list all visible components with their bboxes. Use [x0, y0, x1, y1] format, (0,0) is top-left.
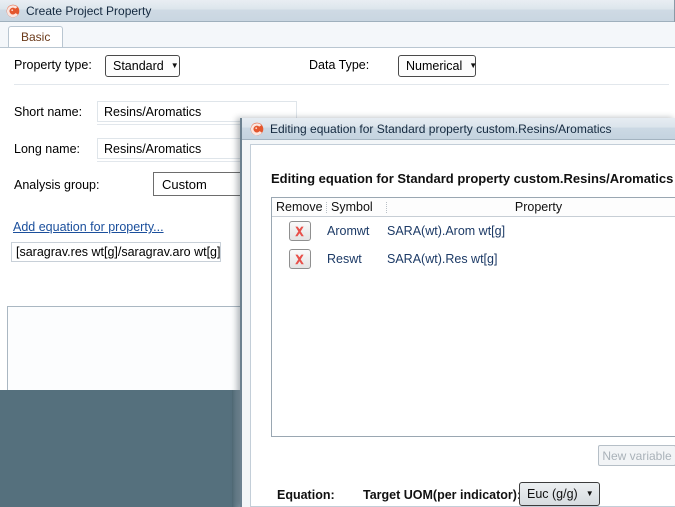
data-type-label: Data Type: — [309, 58, 370, 72]
property-type-label: Property type: — [14, 58, 92, 72]
analysis-group-label: Analysis group: — [14, 178, 100, 192]
column-header-property: Property — [387, 198, 675, 217]
table-cell-property: SARA(wt).Res wt[g] — [387, 252, 498, 266]
main-window-titlebar[interactable]: Create Project Property — [0, 0, 674, 22]
remove-row-button[interactable] — [288, 221, 311, 241]
app-swirl-icon — [250, 122, 264, 136]
equation-display-field[interactable]: [saragrav.res wt[g]/saragrav.aro wt[g]] — [11, 242, 221, 262]
target-uom-value: Euc (g/g) — [527, 487, 578, 501]
data-type-value: Numerical — [406, 59, 463, 73]
analysis-group-value: Custom — [162, 176, 207, 192]
long-name-value: Resins/Aromatics — [104, 141, 202, 156]
table-cell-property: SARA(wt).Arom wt[g] — [387, 224, 506, 238]
form-divider-1 — [14, 84, 669, 85]
red-x-delete-icon — [293, 225, 306, 238]
chevron-down-icon: ▼ — [585, 489, 594, 498]
data-type-row: Data Type: — [309, 58, 369, 72]
target-uom-dropdown[interactable]: Euc (g/g) ▼ — [519, 482, 600, 506]
table-cell-symbol: Reswt — [327, 252, 362, 266]
chevron-down-icon: ▼ — [170, 61, 179, 70]
column-header-remove-label: Remove — [276, 199, 323, 214]
short-name-value: Resins/Aromatics — [104, 104, 202, 119]
add-equation-link[interactable]: Add equation for property... — [13, 220, 164, 234]
long-name-row: Long name: — [14, 142, 80, 156]
analysis-group-row: Analysis group: — [14, 178, 99, 192]
property-type-value: Standard — [113, 59, 164, 73]
property-type-row: Property type: — [14, 58, 92, 72]
table-row[interactable]: Aromwt SARA(wt).Arom wt[g] — [272, 217, 675, 245]
tab-basic-label: Basic — [21, 30, 51, 44]
desktop-background-bottom — [0, 390, 240, 507]
chevron-down-icon: ▼ — [469, 61, 478, 70]
property-type-dropdown[interactable]: Standard ▼ — [105, 55, 180, 77]
column-header-symbol-label: Symbol — [331, 199, 373, 214]
tab-strip: Basic — [0, 22, 675, 48]
column-header-remove: Remove — [272, 198, 327, 217]
data-type-dropdown[interactable]: Numerical ▼ — [398, 55, 478, 77]
screen-root: Create Project Property Basic Property t… — [0, 0, 675, 507]
table-cell-symbol: Aromwt — [327, 224, 370, 238]
editing-equation-dialog: Editing equation for Standard property c… — [240, 118, 675, 507]
column-header-property-label: Property — [514, 199, 563, 214]
table-row[interactable]: Reswt SARA(wt).Res wt[g] — [272, 245, 675, 273]
app-swirl-icon — [6, 4, 20, 18]
window-shadow-edge — [232, 390, 240, 507]
target-uom-label: Target UOM(per indicator): — [363, 488, 522, 502]
remove-row-button[interactable] — [288, 249, 311, 269]
dialog-title: Editing equation for Standard property c… — [270, 121, 612, 136]
dialog-heading: Editing equation for Standard property c… — [271, 171, 674, 186]
short-name-label: Short name: — [14, 105, 83, 119]
tab-basic[interactable]: Basic — [8, 26, 64, 48]
main-window-title: Create Project Property — [26, 3, 152, 18]
new-variable-button[interactable]: New variable — [598, 445, 675, 466]
new-variable-button-label: New variable — [602, 448, 672, 463]
red-x-delete-icon — [293, 253, 306, 266]
dialog-titlebar[interactable]: Editing equation for Standard property c… — [242, 118, 675, 140]
table-cell-remove — [272, 221, 327, 241]
variables-table: Remove Symbol Property Aromwt SARA(wt).A… — [271, 197, 675, 437]
long-name-label: Long name: — [14, 142, 81, 156]
dialog-body: Editing equation for Standard property c… — [250, 144, 675, 507]
equation-value: [saragrav.res wt[g]/saragrav.aro wt[g]] — [16, 245, 221, 259]
table-cell-remove — [272, 249, 327, 269]
short-name-row: Short name: — [14, 105, 82, 119]
table-header-row: Remove Symbol Property — [272, 198, 675, 217]
column-header-symbol: Symbol — [327, 198, 387, 217]
equation-label: Equation: — [277, 488, 335, 502]
